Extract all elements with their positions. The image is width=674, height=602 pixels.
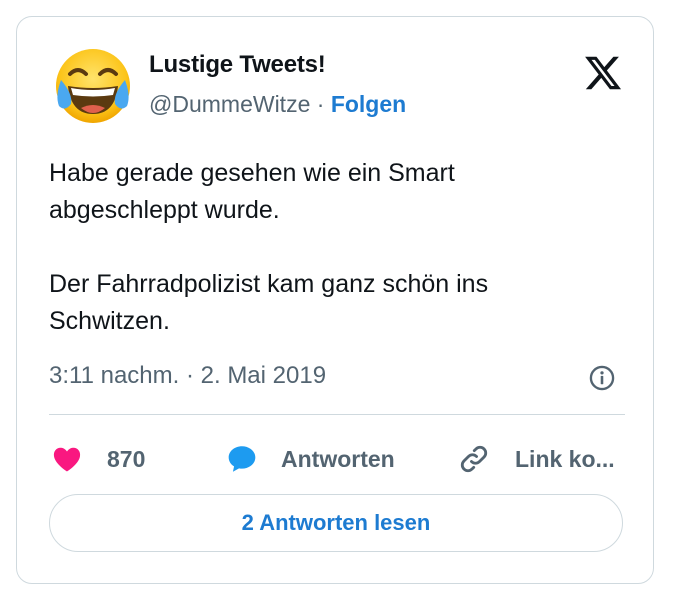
handle-row: @DummeWitze · Folgen (149, 91, 406, 118)
follow-link[interactable]: Folgen (331, 91, 406, 117)
display-name[interactable]: Lustige Tweets! (149, 51, 326, 79)
speech-bubble-icon (228, 446, 256, 472)
info-icon[interactable] (588, 364, 616, 392)
tweet-card: Lustige Tweets! @DummeWitze · Folgen Hab… (16, 16, 654, 584)
avatar[interactable] (53, 46, 133, 126)
x-logo-icon[interactable] (583, 53, 623, 93)
heart-icon (53, 447, 81, 472)
like-count: 870 (107, 445, 146, 472)
tweet-text: Habe gerade gesehen wie ein Smart abgesc… (49, 159, 489, 335)
link-icon (460, 445, 488, 473)
divider (49, 414, 625, 415)
reply-label: Antworten (281, 445, 395, 472)
separator-dot: · (310, 91, 331, 117)
copy-link-label: Link ko... (515, 445, 615, 472)
copy-link-button[interactable]: Link ko... (457, 441, 615, 477)
reply-button[interactable]: Antworten (225, 441, 395, 477)
like-button[interactable]: 870 (51, 441, 145, 477)
action-bar: 870 Antworten Link ko... (49, 441, 629, 477)
timestamp[interactable]: 3:11 nachm. · 2. Mai 2019 (49, 362, 326, 390)
read-replies-button[interactable]: 2 Antworten lesen (49, 494, 623, 552)
handle[interactable]: @DummeWitze (149, 91, 310, 117)
